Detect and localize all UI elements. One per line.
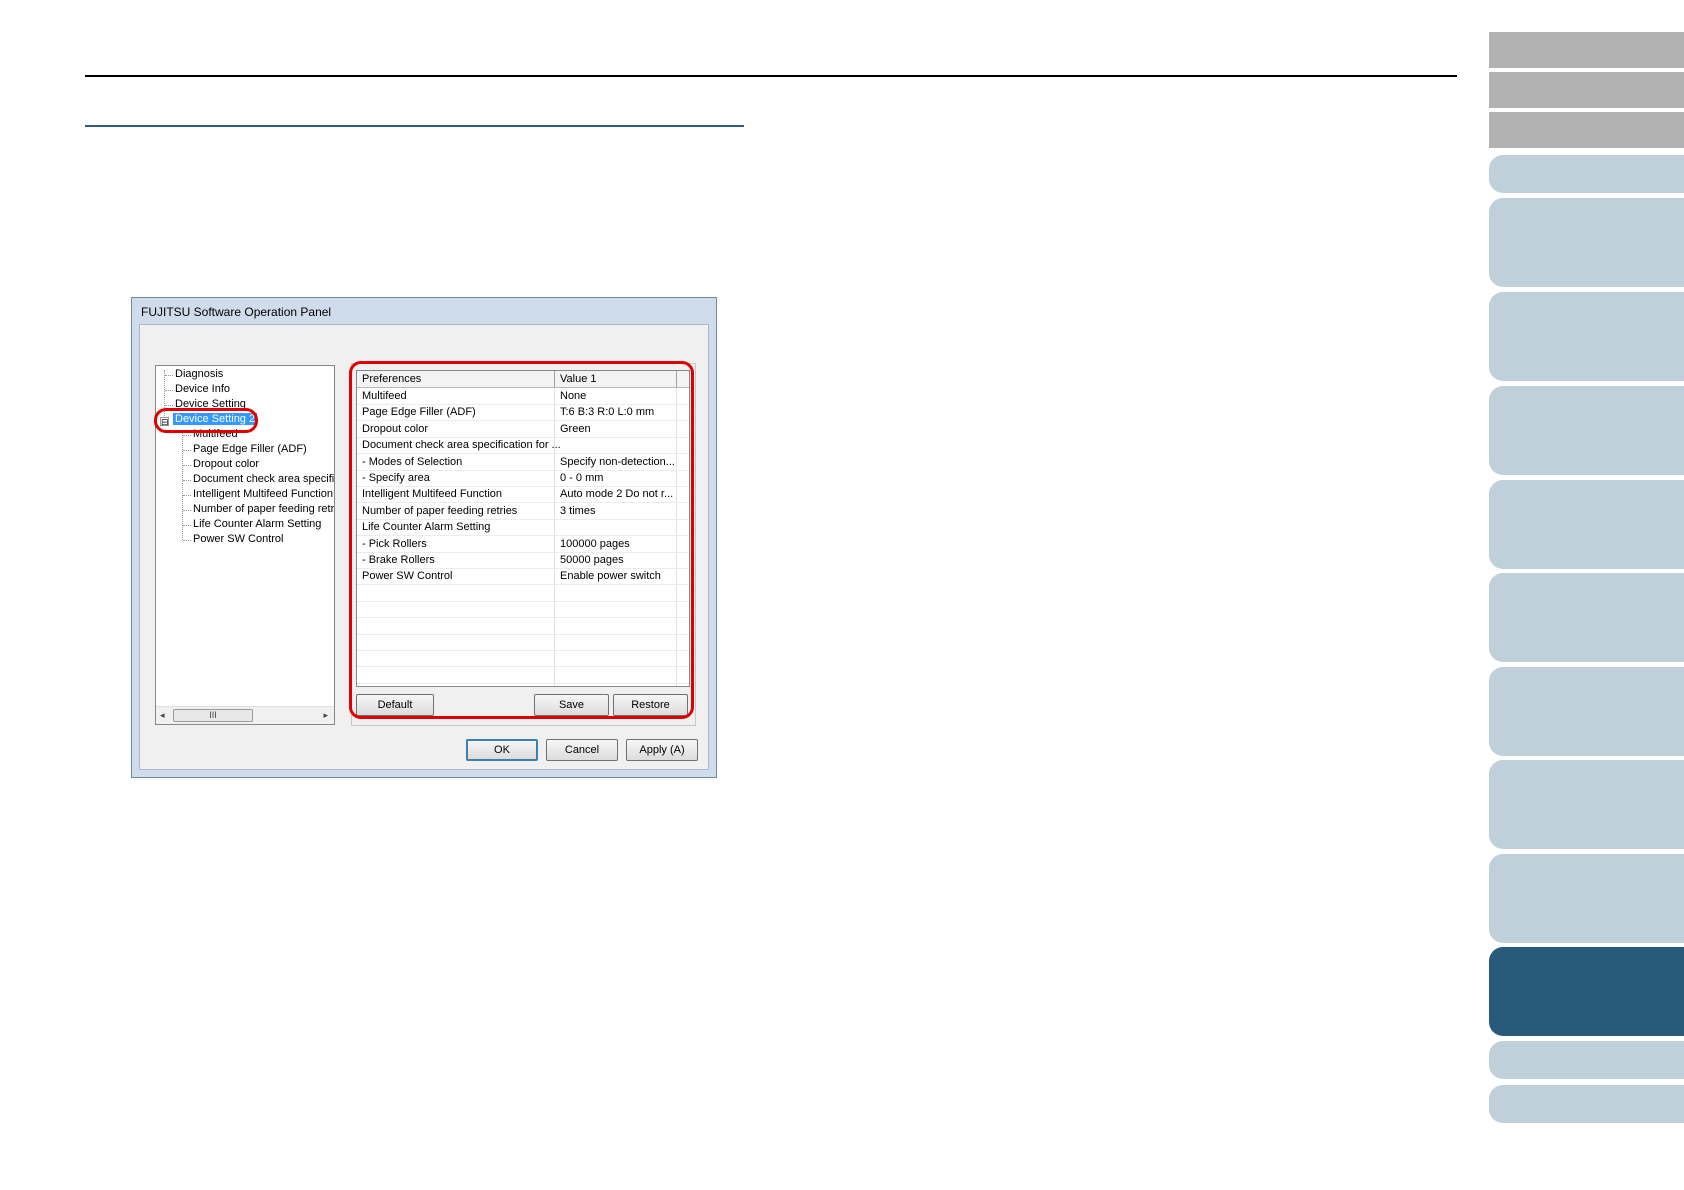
side-tab-8[interactable] [1489,480,1684,569]
section-rule [85,125,744,127]
side-tab-1[interactable] [1489,32,1684,68]
tree-hline [183,435,191,436]
tree-item-page-edge-filler[interactable]: Page Edge Filler (ADF) [193,443,307,455]
side-tab-13-active[interactable] [1489,947,1684,1036]
scroll-left-arrow-icon[interactable]: ◂ [160,710,165,721]
tree-hline [183,495,191,496]
tree-horizontal-scrollbar[interactable]: ◂ III ▸ [156,706,334,724]
highlight-ring-settings-panel [349,361,694,719]
tree-item-power-sw-control[interactable]: Power SW Control [193,533,283,545]
side-tab-10[interactable] [1489,667,1684,756]
tree-hline [165,405,173,406]
dialog-body: Diagnosis Device Info Device Setting ⊟ D… [139,324,709,770]
side-tab-5[interactable] [1489,198,1684,287]
apply-button[interactable]: Apply (A) [626,739,698,761]
header-rule [85,75,1457,77]
scroll-right-arrow-icon[interactable]: ▸ [323,710,328,721]
side-tab-2[interactable] [1489,72,1684,108]
scroll-thumb[interactable]: III [173,709,253,722]
tree-hline [183,480,191,481]
side-tab-6[interactable] [1489,292,1684,381]
tree-item-document-check-area[interactable]: Document check area specific [193,473,334,485]
tree-item-diagnosis[interactable]: Diagnosis [175,368,223,380]
tree-hline [183,465,191,466]
side-tab-9[interactable] [1489,573,1684,662]
tree-item-device-info[interactable]: Device Info [175,383,230,395]
ok-button[interactable]: OK [466,739,538,761]
tree-hline [165,375,173,376]
dialog-title: FUJITSU Software Operation Panel [141,305,332,319]
tree-hline [165,390,173,391]
tree-item-paper-feeding-retries[interactable]: Number of paper feeding retrie [193,503,334,515]
cancel-button[interactable]: Cancel [546,739,618,761]
operation-panel-dialog: FUJITSU Software Operation Panel Diagnos… [131,297,717,778]
tree-line [182,430,183,540]
side-tab-15[interactable] [1489,1085,1684,1123]
tree-hline [183,450,191,451]
side-tab-4[interactable] [1489,155,1684,193]
side-tab-14[interactable] [1489,1041,1684,1079]
side-tab-3[interactable] [1489,112,1684,148]
tree-item-dropout-color[interactable]: Dropout color [193,458,259,470]
side-tab-12[interactable] [1489,854,1684,943]
side-tab-7[interactable] [1489,386,1684,475]
tree-hline [183,525,191,526]
tree-item-intelligent-multifeed[interactable]: Intelligent Multifeed Function [193,488,333,500]
tree-hline [183,510,191,511]
highlight-ring-tree-item [154,408,258,433]
tree-item-life-counter-alarm[interactable]: Life Counter Alarm Setting [193,518,321,530]
side-tab-11[interactable] [1489,760,1684,849]
tree-hline [183,540,191,541]
